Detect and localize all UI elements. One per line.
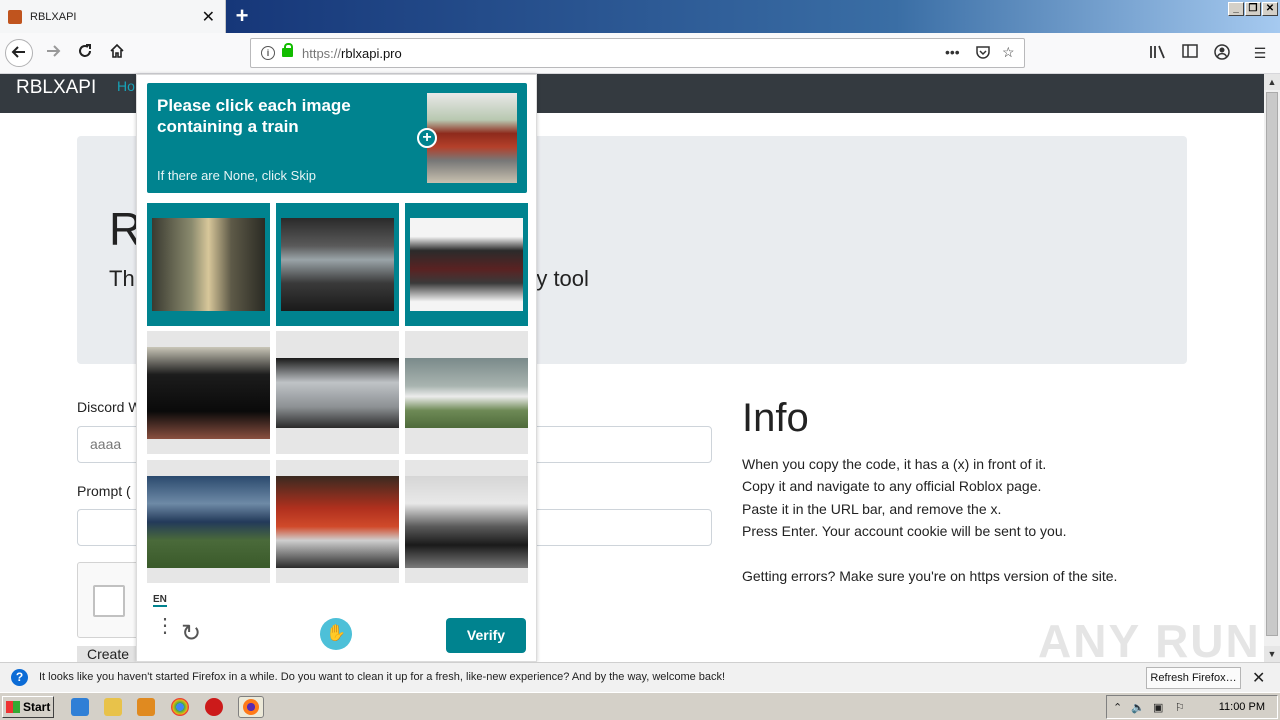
scroll-up-icon[interactable]: ▲ [1264, 74, 1280, 90]
notification-message: It looks like you haven't started Firefo… [39, 671, 726, 683]
back-button[interactable] [5, 39, 33, 67]
info-line-4: Press Enter. Your account cookie will be… [742, 523, 1067, 539]
question-icon: ? [11, 669, 28, 686]
site-favicon-icon [8, 9, 22, 24]
home-button[interactable] [103, 39, 131, 67]
folder-icon[interactable] [104, 698, 122, 716]
restore-button[interactable]: ❐ [1245, 2, 1261, 16]
opera-icon[interactable] [205, 698, 223, 716]
hcaptcha-challenge: Please click each image containing a tra… [136, 74, 537, 662]
flag-icon[interactable]: ⚐ [1175, 701, 1185, 714]
chrome-icon[interactable] [171, 698, 189, 716]
challenge-tile-2[interactable] [276, 203, 399, 326]
challenge-tile-1[interactable] [147, 203, 270, 326]
back-arrow-icon [11, 46, 25, 58]
prompt-label: Prompt ( [77, 483, 131, 499]
system-tray: ⌃ 🔈 ▣ ⚐ 11:00 PM [1106, 695, 1278, 719]
challenge-prompt: Please click each image containing a tra… [157, 96, 351, 136]
library-icon[interactable] [1149, 44, 1167, 62]
challenge-tile-5[interactable] [276, 331, 399, 454]
challenge-tile-7[interactable] [147, 460, 270, 583]
lock-icon [282, 43, 293, 57]
media-player-icon[interactable] [137, 698, 155, 716]
menu-dots-icon[interactable]: ⋮ [155, 616, 175, 636]
notification-bar: ? It looks like you haven't started Fire… [0, 662, 1280, 692]
small-airplane-image [405, 358, 528, 428]
screen: RBLXAPI ✕ + _ ❐ ✕ i https://rblxapi.pro … [0, 0, 1280, 720]
refresh-challenge-icon[interactable]: ↻ [181, 619, 201, 648]
reload-button[interactable] [71, 39, 99, 67]
home-icon [110, 43, 124, 58]
language-selector[interactable]: EN [153, 594, 167, 607]
firefox-taskbar-button[interactable] [238, 696, 264, 718]
close-notification-icon[interactable]: ✕ [1252, 668, 1265, 688]
clock: 11:00 PM [1218, 701, 1265, 713]
person-near-airplane-image [405, 476, 528, 568]
site-brand[interactable]: RBLXAPI [16, 77, 96, 99]
info-line-3: Paste it in the URL bar, and remove the … [742, 501, 1002, 517]
jumbotron-lead-left: Th [109, 266, 135, 291]
reload-icon [79, 44, 91, 57]
start-button[interactable]: Start [2, 696, 54, 718]
info-heading: Info [742, 396, 809, 440]
silver-sedan-image [276, 358, 399, 428]
windows-logo-icon [6, 701, 20, 713]
address-bar[interactable]: i https://rblxapi.pro ••• ☆ [250, 38, 1025, 68]
start-label: Start [23, 700, 51, 714]
navigation-toolbar: i https://rblxapi.pro ••• ☆ ☰ [0, 33, 1280, 74]
pocket-icon[interactable] [975, 44, 991, 63]
window-close-button[interactable]: ✕ [1262, 2, 1278, 16]
network-icon[interactable]: ▣ [1153, 701, 1163, 714]
freight-locomotive-image [147, 476, 270, 568]
scroll-down-icon[interactable]: ▼ [1264, 646, 1280, 662]
challenge-hint: If there are None, click Skip [157, 168, 316, 183]
challenge-tile-6[interactable] [405, 331, 528, 454]
url-text: https://rblxapi.pro [302, 46, 402, 61]
challenge-header: Please click each image containing a tra… [147, 83, 527, 193]
discord-webhook-label: Discord W [77, 399, 142, 415]
scroll-thumb[interactable] [1266, 92, 1278, 636]
hcaptcha-logo-icon: ✋ [320, 618, 352, 650]
challenge-tile-8[interactable] [276, 460, 399, 583]
ie-icon[interactable] [71, 698, 89, 716]
train-window-image [281, 218, 394, 311]
firefox-icon [243, 699, 259, 715]
tab-bar: RBLXAPI ✕ + _ ❐ ✕ [0, 0, 1280, 33]
account-icon[interactable] [1213, 44, 1231, 62]
sidebar-icon[interactable] [1181, 44, 1199, 62]
site-info-icon[interactable]: i [261, 46, 275, 60]
jumbotron-lead-right: ry tool [529, 266, 589, 291]
browser-tab[interactable]: RBLXAPI ✕ [0, 0, 226, 33]
info-line-5: Getting errors? Make sure you're on http… [742, 568, 1118, 584]
forward-arrow-icon [47, 45, 61, 57]
challenge-tile-4[interactable] [147, 331, 270, 454]
new-tab-button[interactable]: + [230, 4, 254, 28]
tray-expand-icon[interactable]: ⌃ [1113, 701, 1122, 714]
anyrun-watermark: ANY RUN [1038, 615, 1261, 662]
steam-locomotive-image [410, 218, 523, 311]
info-line-2: Copy it and navigate to any official Rob… [742, 478, 1042, 494]
minimize-button[interactable]: _ [1228, 2, 1244, 16]
refresh-firefox-button[interactable]: Refresh Firefox… [1146, 667, 1241, 689]
tab-title: RBLXAPI [30, 10, 77, 23]
subway-train-image [152, 218, 265, 311]
volume-icon[interactable]: 🔈 [1131, 701, 1145, 714]
challenge-tile-3[interactable] [405, 203, 528, 326]
tab-close-icon[interactable]: ✕ [202, 7, 215, 27]
captcha-checkbox[interactable] [93, 585, 125, 617]
verify-button[interactable]: Verify [446, 618, 526, 653]
expand-sample-icon[interactable]: + [417, 128, 437, 148]
sample-image [427, 93, 517, 183]
red-classic-car-image [276, 476, 399, 568]
info-line-1: When you copy the code, it has a (x) in … [742, 456, 1047, 472]
page-scrollbar[interactable]: ▲ ▼ [1264, 74, 1280, 662]
nav-link-home[interactable]: Ho [117, 78, 135, 94]
page-actions-icon[interactable]: ••• [945, 44, 960, 60]
menu-hamburger-icon[interactable]: ☰ [1251, 44, 1269, 62]
forward-button[interactable] [39, 39, 67, 67]
challenge-tile-9[interactable] [405, 460, 528, 583]
black-sports-car-image [147, 347, 270, 439]
taskbar: Start ⌃ 🔈 ▣ ⚐ 11:00 PM [0, 692, 1280, 720]
bookmark-star-icon[interactable]: ☆ [1002, 44, 1015, 61]
